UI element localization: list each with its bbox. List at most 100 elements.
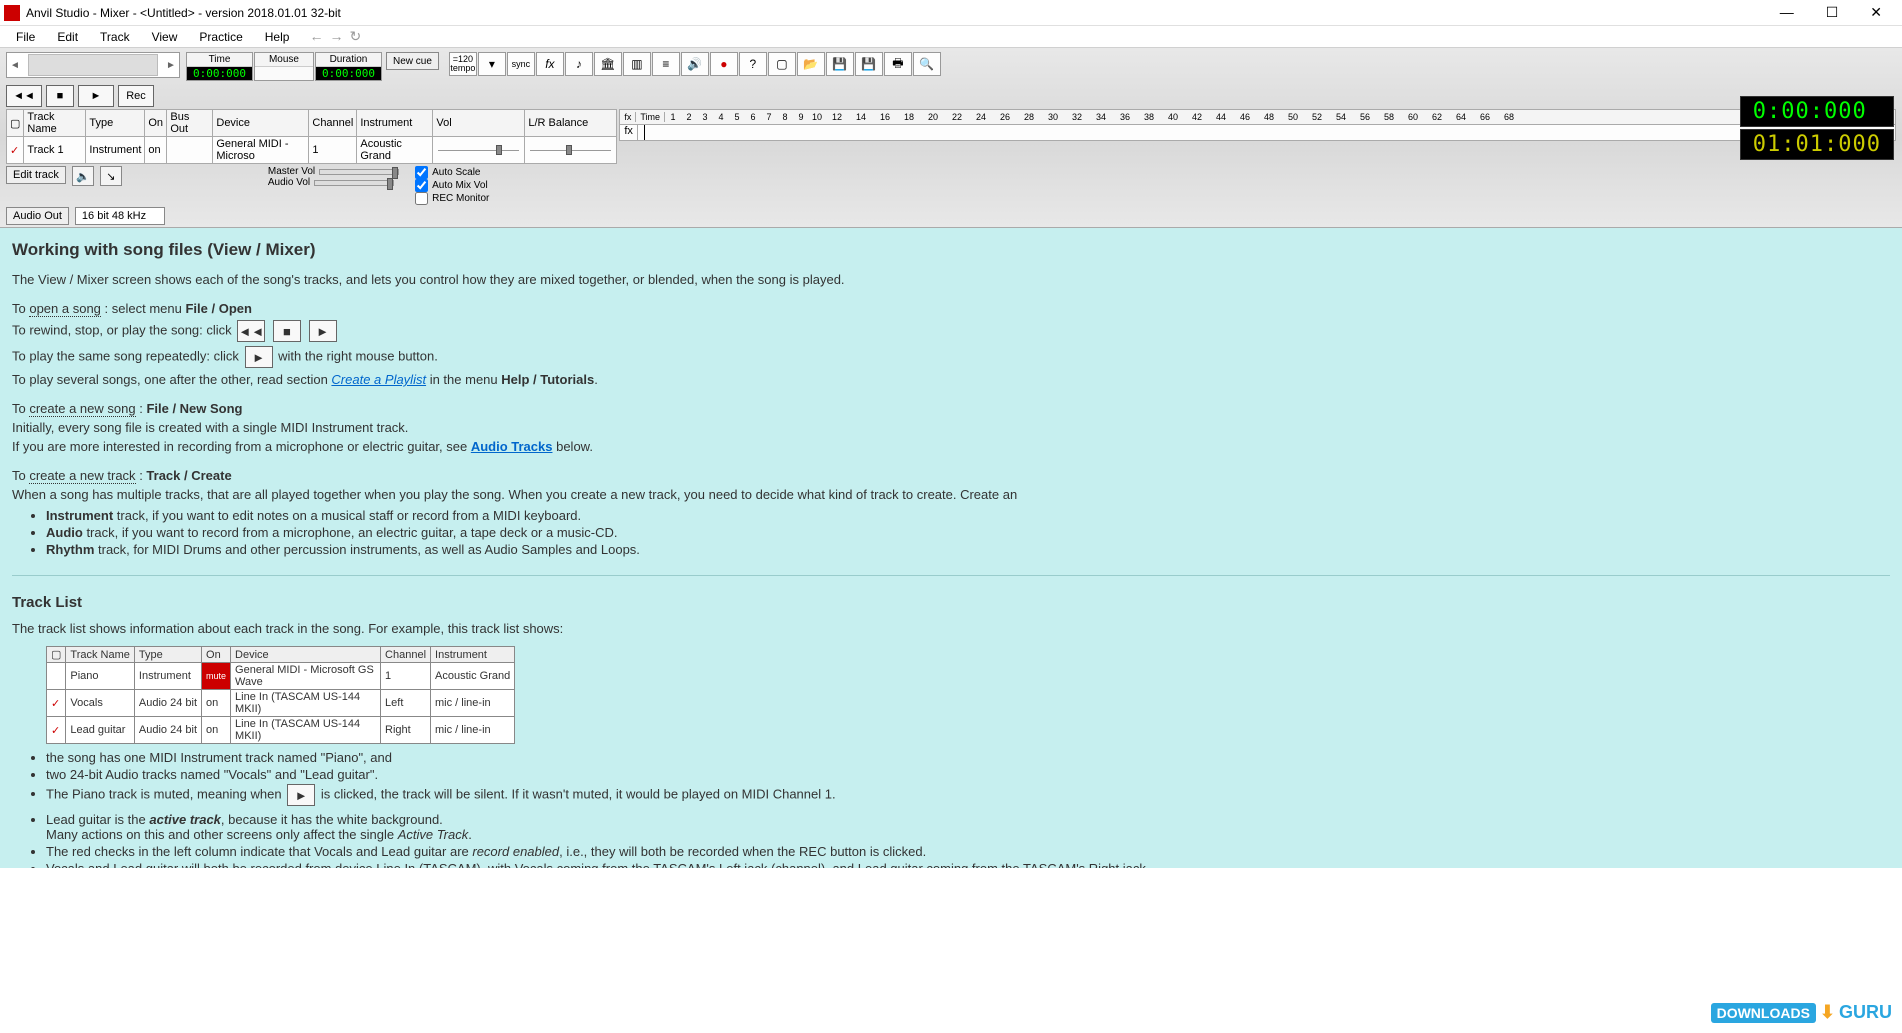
create-playlist-link[interactable]: Create a Playlist <box>331 372 426 387</box>
create-track-link[interactable]: create a new track <box>29 468 135 484</box>
txt: The track list shows information about e… <box>12 621 1890 636</box>
record-icon[interactable]: ● <box>710 52 738 76</box>
auto-scale-checkbox[interactable] <box>415 166 428 179</box>
track-device[interactable]: General MIDI - Microso <box>213 137 309 164</box>
master-vol-slider[interactable] <box>319 169 399 175</box>
stop-button[interactable]: ■ <box>46 85 74 107</box>
nav-redo-icon[interactable]: ↻ <box>349 28 361 45</box>
col-busout[interactable]: Bus Out <box>167 110 213 137</box>
open-song-link[interactable]: open a song <box>29 301 101 317</box>
rec-monitor-checkbox[interactable] <box>415 192 428 205</box>
maximize-button[interactable]: ☐ <box>1818 4 1847 21</box>
col-on[interactable]: On <box>145 110 167 137</box>
track-type[interactable]: Instrument <box>86 137 145 164</box>
track-instrument[interactable]: Acoustic Grand <box>357 137 433 164</box>
mini-rewind-icon[interactable]: ◄◄ <box>237 320 265 342</box>
new-cue-button[interactable]: New cue <box>386 52 439 70</box>
sync-icon[interactable]: sync <box>507 52 535 76</box>
menu-file[interactable]: File <box>6 28 45 46</box>
position-scrollbar[interactable]: ◄ ► <box>6 52 180 78</box>
col-check[interactable]: ▢ <box>7 110 24 137</box>
track-balance[interactable] <box>525 137 617 164</box>
menu-track[interactable]: Track <box>90 28 140 46</box>
rec-button[interactable]: Rec <box>118 85 154 107</box>
create-song-link[interactable]: create a new song <box>29 401 135 417</box>
col-instrument[interactable]: Instrument <box>357 110 433 137</box>
scroll-thumb[interactable] <box>28 54 158 76</box>
track-row[interactable]: ✓ Track 1 Instrument on General MIDI - M… <box>7 137 617 164</box>
track-on[interactable]: on <box>145 137 167 164</box>
audio-tracks-link[interactable]: Audio Tracks <box>471 439 553 454</box>
menu-help[interactable]: Help <box>255 28 300 46</box>
brush-icon[interactable]: ↘ <box>100 166 122 186</box>
col-type[interactable]: Type <box>86 110 145 137</box>
ex-col: Device <box>231 647 381 663</box>
list-item: Rhythm track, for MIDI Drums and other p… <box>46 542 1890 557</box>
mini-play3-icon[interactable]: ► <box>287 784 315 806</box>
tick: 22 <box>945 112 969 122</box>
help-icon[interactable]: ? <box>739 52 767 76</box>
tuner-icon[interactable]: ♪ <box>565 52 593 76</box>
mini-play-icon[interactable]: ► <box>309 320 337 342</box>
audio-vol-slider[interactable] <box>314 180 394 186</box>
audio-out-button[interactable]: Audio Out <box>6 207 69 225</box>
col-device[interactable]: Device <box>213 110 309 137</box>
tick: 9 <box>793 112 809 122</box>
mini-stop-icon[interactable]: ■ <box>273 320 301 342</box>
speaker-icon[interactable]: 🔊 <box>681 52 709 76</box>
tempo-button[interactable]: =120 tempo <box>449 52 477 76</box>
scroll-right-icon[interactable]: ► <box>163 60 179 71</box>
tick: 54 <box>1329 112 1353 122</box>
col-trackname[interactable]: Track Name <box>24 110 86 137</box>
ex-col: On <box>202 647 231 663</box>
track-record-check[interactable]: ✓ <box>7 137 24 164</box>
fx-icon[interactable]: fx <box>536 52 564 76</box>
tick: 60 <box>1401 112 1425 122</box>
timeline-ruler[interactable]: 1234567891012141618202224262830323436384… <box>665 112 1895 122</box>
saveas-icon[interactable]: 💾 <box>855 52 883 76</box>
menu-view[interactable]: View <box>142 28 188 46</box>
rewind-button[interactable]: ◄◄ <box>6 85 42 107</box>
open-folder-icon[interactable]: 📂 <box>797 52 825 76</box>
tick: 26 <box>993 112 1017 122</box>
txt: To play the same song repeatedly: click <box>12 348 243 363</box>
track-name[interactable]: Track 1 <box>24 137 86 164</box>
txt: Track / Create <box>146 468 231 483</box>
building-icon[interactable]: 🏛 <box>594 52 622 76</box>
staff-icon[interactable]: ≡ <box>652 52 680 76</box>
auto-mix-checkbox[interactable] <box>415 179 428 192</box>
timeline-track-area[interactable] <box>638 125 1895 140</box>
play-button[interactable]: ► <box>78 85 114 107</box>
tick: 32 <box>1065 112 1089 122</box>
app-icon <box>4 5 20 21</box>
nav-back-icon[interactable]: ← <box>309 28 323 45</box>
col-vol[interactable]: Vol <box>433 110 525 137</box>
new-file-icon[interactable]: ▢ <box>768 52 796 76</box>
piano-icon[interactable]: ▥ <box>623 52 651 76</box>
track-bus[interactable] <box>167 137 213 164</box>
window-title: Anvil Studio - Mixer - <Untitled> - vers… <box>26 6 1772 20</box>
save-icon[interactable]: 💾 <box>826 52 854 76</box>
speaker-small-icon[interactable]: 🔈 <box>72 166 94 186</box>
fx-header[interactable]: fx <box>620 112 636 122</box>
zoom-icon[interactable]: 🔍 <box>913 52 941 76</box>
print-icon[interactable]: 🖶 <box>884 52 912 76</box>
col-channel[interactable]: Channel <box>309 110 357 137</box>
scroll-left-icon[interactable]: ◄ <box>7 60 23 71</box>
minimize-button[interactable]: — <box>1772 4 1802 21</box>
menu-edit[interactable]: Edit <box>47 28 88 46</box>
edit-track-button[interactable]: Edit track <box>6 166 66 184</box>
metronome-icon[interactable]: ▾ <box>478 52 506 76</box>
tick: 6 <box>745 112 761 122</box>
col-balance[interactable]: L/R Balance <box>525 110 617 137</box>
menu-practice[interactable]: Practice <box>189 28 252 46</box>
tick: 34 <box>1089 112 1113 122</box>
track-vol[interactable] <box>433 137 525 164</box>
mini-play2-icon[interactable]: ► <box>245 346 273 368</box>
fx-cell[interactable]: fx <box>620 125 638 140</box>
audio-out-value[interactable]: 16 bit 48 kHz <box>75 207 165 225</box>
nav-forward-icon[interactable]: → <box>329 28 343 45</box>
ex-row: ✓ Vocals Audio 24 bit on Line In (TASCAM… <box>47 690 515 717</box>
close-button[interactable]: ✕ <box>1862 4 1890 21</box>
track-channel[interactable]: 1 <box>309 137 357 164</box>
